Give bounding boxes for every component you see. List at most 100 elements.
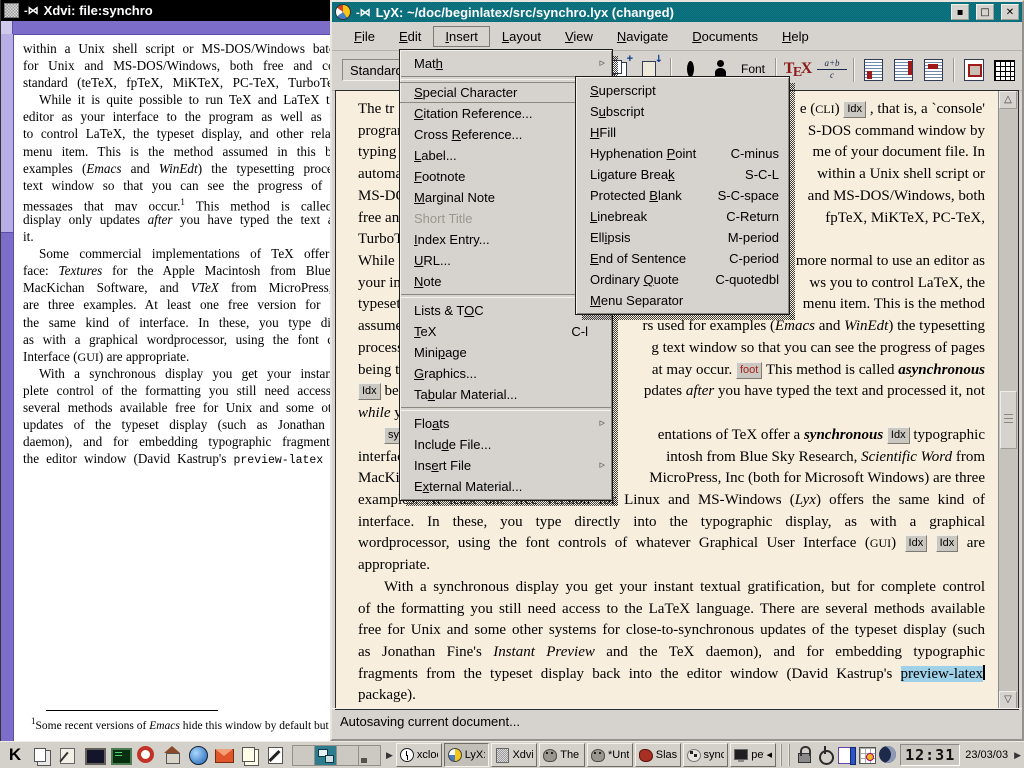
menu-item-ligature-break[interactable]: Ligature BreakS-C-L: [576, 164, 789, 185]
xdvi-vertical-scrollbar[interactable]: [1, 34, 14, 741]
pager-desktop-2[interactable]: [315, 746, 337, 765]
menu-item-external-material[interactable]: External Material...: [400, 476, 612, 497]
text-run: ) are appropriate.: [99, 349, 189, 364]
list-insert-2-icon[interactable]: [890, 56, 917, 83]
text-run[interactable]: preview-latex: [901, 666, 983, 682]
konsole-dark-launcher-icon[interactable]: [82, 743, 106, 767]
task-slas[interactable]: Slas: [635, 743, 681, 767]
menu-item-math[interactable]: Math▹: [400, 53, 612, 74]
menu-item-hyphenation-point[interactable]: Hyphenation PointC-minus: [576, 143, 789, 164]
menu-item-ellipsis[interactable]: EllipsisM-period: [576, 227, 789, 248]
pager-desktop-3[interactable]: [337, 746, 359, 765]
menubar-item-view[interactable]: View: [553, 26, 605, 47]
power-tray-icon[interactable]: [815, 744, 835, 766]
panel-grip[interactable]: [780, 744, 790, 766]
task-unti[interactable]: *Unti: [587, 743, 633, 767]
task-label: *Unti: [608, 749, 629, 761]
list-insert-1-icon[interactable]: [860, 56, 887, 83]
browser-globe-launcher-icon[interactable]: [186, 743, 210, 767]
menubar-item-navigate[interactable]: Navigate: [605, 26, 680, 47]
scroll-down-button[interactable]: ▽: [999, 691, 1017, 709]
date[interactable]: 23/03/03: [962, 749, 1011, 761]
scroll-up-button[interactable]: △: [999, 91, 1017, 109]
inset-idx[interactable]: Idx: [936, 535, 959, 552]
xdvi-horizontal-scrollbar-thumb[interactable]: [13, 21, 368, 34]
menu-item-menu-separator[interactable]: Menu Separator: [576, 290, 789, 311]
lock-tray-icon[interactable]: [794, 744, 814, 766]
inset-idx[interactable]: Idx: [905, 535, 928, 552]
footnote-text: 1Some recent versions of Emacs hide this…: [31, 716, 361, 732]
text-run: face:: [23, 263, 58, 278]
menubar-item-file[interactable]: File: [342, 26, 387, 47]
window-pin-icon[interactable]: -⋈: [356, 6, 371, 19]
insert-figure-icon[interactable]: [960, 56, 987, 83]
menubar-item-insert[interactable]: Insert: [433, 26, 490, 47]
editor-pen-launcher-icon[interactable]: [264, 743, 288, 767]
lyx-vertical-scrollbar[interactable]: △ ▽: [998, 91, 1018, 709]
window-pin-icon[interactable]: -⋈: [24, 4, 39, 17]
menu-item-tex[interactable]: TeXC-l: [400, 321, 612, 342]
task-xdvi[interactable]: Xdvi:: [491, 743, 537, 767]
menu-item-label: Ordinary Quote: [590, 272, 679, 287]
task-the-g[interactable]: The G: [539, 743, 585, 767]
panel-hide-arrow-icon[interactable]: ▶: [1013, 750, 1022, 761]
menu-item-protected-blank[interactable]: Protected BlankS-C-space: [576, 185, 789, 206]
inset-foot[interactable]: foot: [736, 362, 762, 379]
menu-item-minipage[interactable]: Minipage: [400, 342, 612, 363]
menu-item-insert-file[interactable]: Insert File▹: [400, 455, 612, 476]
task-sync[interactable]: sync: [683, 743, 729, 767]
math-fraction-icon[interactable]: a+bc: [817, 56, 847, 83]
window-list-launcher-icon[interactable]: [30, 743, 54, 767]
text-run: Emacs: [775, 318, 815, 334]
close-button[interactable]: ✕: [1001, 4, 1019, 20]
menu-item-ordinary-quote[interactable]: Ordinary QuoteC-quotedbl: [576, 269, 789, 290]
mail-launcher-icon[interactable]: [212, 743, 236, 767]
menu-item-subscript[interactable]: Subscript: [576, 101, 789, 122]
inset-idx[interactable]: Idx: [358, 383, 381, 400]
task-marker-icon: ◀: [767, 751, 772, 759]
menu-item-superscript[interactable]: Superscript: [576, 80, 789, 101]
menubar-item-help[interactable]: Help: [770, 26, 821, 47]
notes-launcher-icon[interactable]: [238, 743, 262, 767]
menu-item-end-of-sentence[interactable]: End of SentenceC-period: [576, 248, 789, 269]
kmoon-tray-icon[interactable]: [878, 744, 898, 766]
pager-desktop-1[interactable]: [293, 746, 315, 765]
home-launcher-icon[interactable]: [160, 743, 184, 767]
inset-idx[interactable]: Idx: [887, 427, 910, 444]
task-lyx[interactable]: LyX:: [444, 743, 490, 767]
desktop-launcher-icon[interactable]: [56, 743, 80, 767]
menu-item-include-file[interactable]: Include File...: [400, 434, 612, 455]
menu-item-hfill[interactable]: HFill: [576, 122, 789, 143]
menu-item-tabular-material[interactable]: Tabular Material...: [400, 384, 612, 405]
menubar-item-layout[interactable]: Layout: [490, 26, 553, 47]
lyx-titlebar[interactable]: -⋈ LyX: ~/doc/beginlatex/src/synchro.lyx…: [332, 2, 1022, 22]
xdvi-titlebar[interactable]: -⋈ Xdvi: file:synchro: [1, 0, 338, 21]
task-pete[interactable]: pete◀: [730, 743, 776, 767]
korganizer-tray-icon[interactable]: [857, 744, 877, 766]
clock[interactable]: 12:31: [900, 744, 960, 766]
menu-item-linebreak[interactable]: LinebreakC-Return: [576, 206, 789, 227]
klipper-tray-icon[interactable]: [836, 744, 856, 766]
menu-item-graphics[interactable]: Graphics...: [400, 363, 612, 384]
pager-arrow-icon[interactable]: ▶: [385, 750, 394, 761]
insert-table-icon[interactable]: [990, 56, 1017, 83]
menu-item-label: Graphics...: [414, 366, 477, 381]
minimize-button[interactable]: ▪: [951, 4, 969, 20]
list-insert-3-icon[interactable]: [920, 56, 947, 83]
pager-desktop-4[interactable]: [359, 746, 380, 765]
menubar-item-documents[interactable]: Documents: [680, 26, 770, 47]
terminal-green-launcher-icon[interactable]: [108, 743, 132, 767]
xdvi-horizontal-scrollbar[interactable]: [1, 21, 368, 35]
text-run: This method is called: [185, 198, 343, 211]
help-launcher-icon[interactable]: [134, 743, 158, 767]
scrollbar-thumb[interactable]: [1000, 391, 1017, 449]
menu-item-floats[interactable]: Floats▹: [400, 413, 612, 434]
inset-idx[interactable]: Idx: [843, 101, 866, 118]
desktop: -⋈ Xdvi: file:synchro within a Unix shel…: [0, 0, 1024, 768]
maximize-button[interactable]: □: [976, 4, 994, 20]
task-xcloc[interactable]: xcloc: [396, 743, 442, 767]
xdvi-vertical-scrollbar-thumb[interactable]: [1, 232, 13, 741]
xdvi-page: within a Unix shell script or MS-DOS/Win…: [13, 34, 373, 741]
menubar-item-edit[interactable]: Edit: [387, 26, 433, 47]
kmenu-button[interactable]: K: [2, 743, 28, 767]
